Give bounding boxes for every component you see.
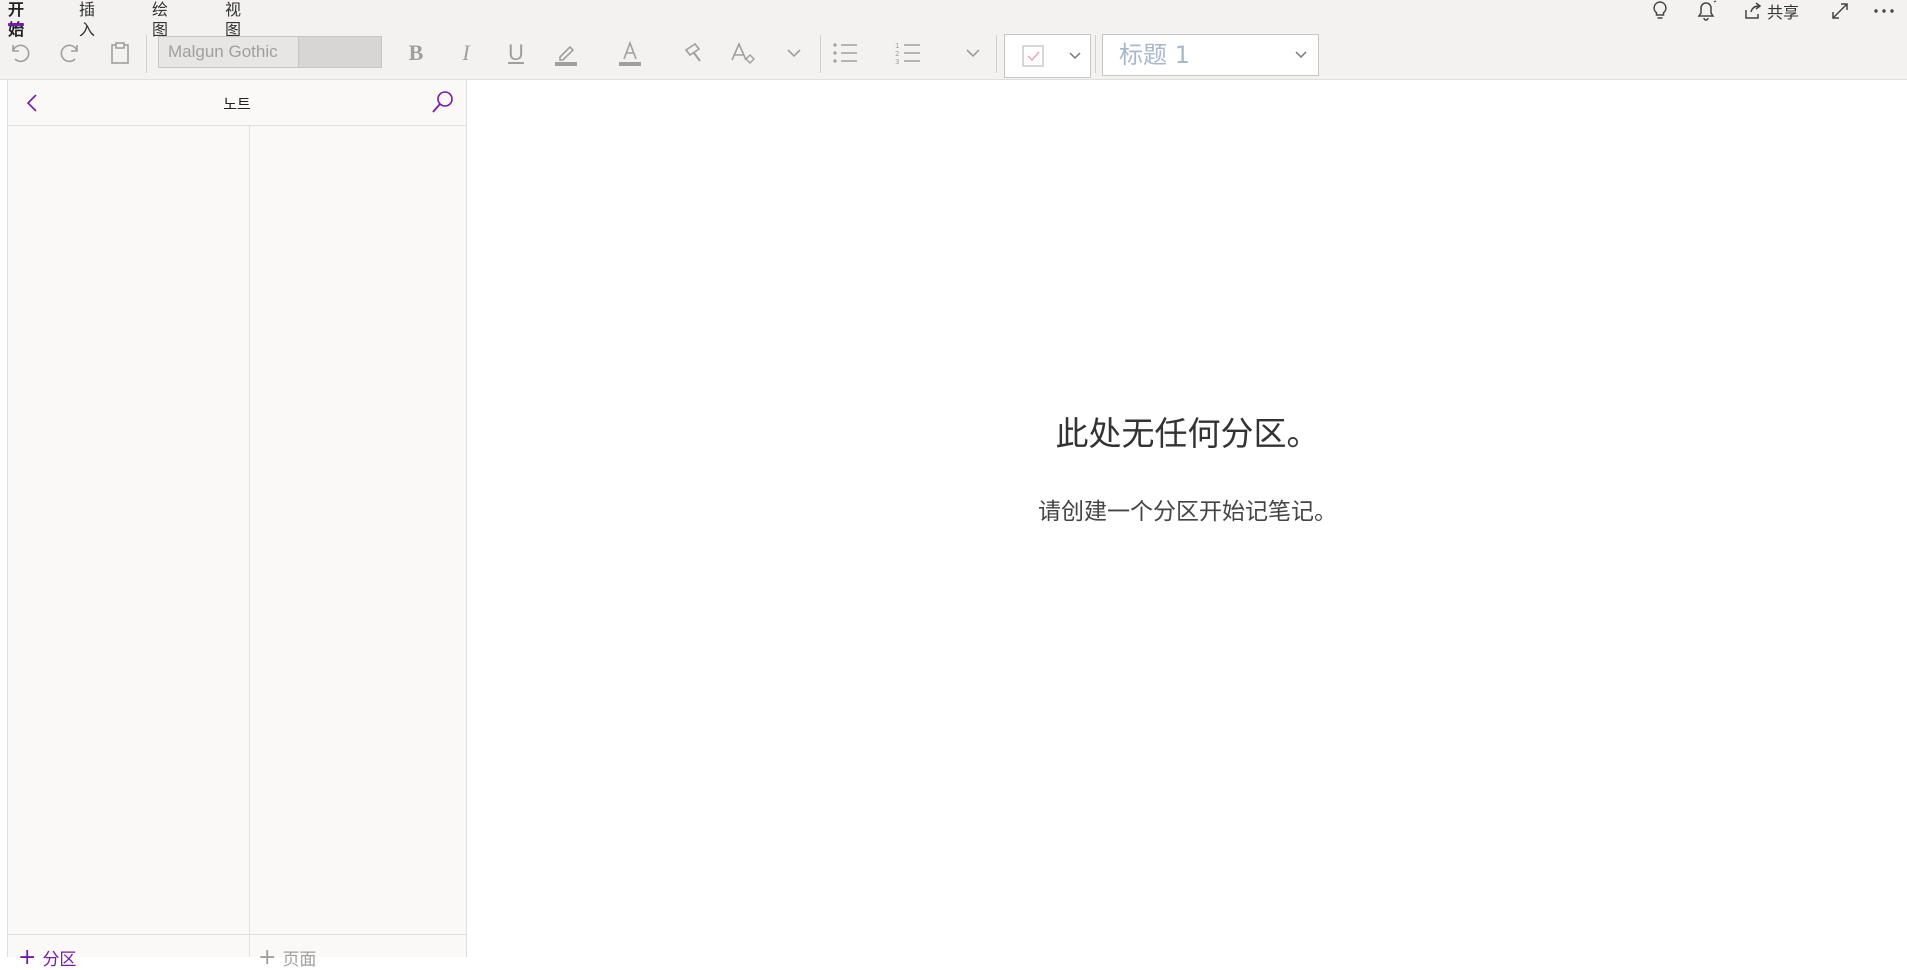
redo-icon[interactable] bbox=[56, 33, 84, 73]
share-button[interactable]: 共享 bbox=[1743, 0, 1799, 22]
search-icon[interactable] bbox=[430, 89, 456, 115]
paragraph-style-picker[interactable]: 标题 1 bbox=[1102, 34, 1319, 76]
svg-text:3: 3 bbox=[895, 58, 899, 65]
notebook-title: 노트 bbox=[223, 95, 251, 113]
column-divider bbox=[249, 126, 250, 957]
add-section-button[interactable]: + 分区 bbox=[18, 945, 76, 970]
undo-icon[interactable] bbox=[6, 33, 34, 73]
more-options-icon[interactable] bbox=[1872, 0, 1896, 22]
add-section-label: 分区 bbox=[42, 950, 77, 970]
empty-title: 此处无任何分区。 bbox=[1055, 414, 1320, 453]
italic-icon[interactable]: I bbox=[453, 33, 479, 73]
fullscreen-icon[interactable] bbox=[1830, 0, 1850, 22]
tab-draw[interactable]: 绘图 bbox=[152, 0, 168, 39]
bold-icon[interactable]: B bbox=[403, 33, 429, 73]
navigation-pane: 노트 + 分区 + 页面 bbox=[7, 80, 467, 970]
svg-text:2: 2 bbox=[895, 50, 899, 58]
underline-icon[interactable]: U bbox=[503, 33, 529, 73]
nav-header: 노트 bbox=[8, 80, 466, 126]
nav-footer: + 分区 + 页面 bbox=[8, 934, 466, 970]
bullet-list-icon[interactable] bbox=[830, 33, 860, 73]
toolbar: Malgun Gothic B I U 123 标题 1 bbox=[0, 33, 1907, 78]
lightbulb-icon[interactable] bbox=[1650, 0, 1670, 22]
format-painter-icon[interactable] bbox=[680, 33, 710, 73]
bell-icon[interactable] bbox=[1696, 0, 1720, 22]
plus-icon: + bbox=[258, 944, 277, 970]
tab-insert[interactable]: 插入 bbox=[79, 0, 95, 39]
highlighter-icon[interactable] bbox=[550, 33, 582, 73]
add-page-label: 页面 bbox=[282, 950, 317, 970]
font-name-field[interactable]: Malgun Gothic bbox=[159, 37, 299, 67]
plus-icon: + bbox=[18, 944, 37, 970]
add-page-button[interactable]: + 页面 bbox=[258, 945, 316, 970]
share-label: 共享 bbox=[1767, 3, 1800, 22]
tab-home[interactable]: 开始 bbox=[8, 0, 25, 39]
clipboard-icon[interactable] bbox=[106, 33, 134, 73]
chevron-down-icon bbox=[1067, 36, 1083, 76]
chevron-down-icon bbox=[1293, 35, 1309, 75]
chevron-down-icon[interactable] bbox=[782, 33, 806, 73]
share-icon bbox=[1745, 2, 1762, 19]
clear-formatting-icon[interactable] bbox=[728, 33, 758, 73]
font-color-icon[interactable] bbox=[614, 33, 646, 73]
chevron-down-icon[interactable] bbox=[961, 33, 985, 73]
numbered-list-icon[interactable]: 123 bbox=[893, 33, 923, 73]
checkbox-tag-icon bbox=[1021, 36, 1045, 76]
tab-view[interactable]: 视图 bbox=[225, 0, 241, 39]
svg-text:1: 1 bbox=[895, 42, 899, 50]
empty-state: 此处无任何分区。 请创建一个分区开始记笔记。 bbox=[468, 80, 1907, 957]
paragraph-style-label: 标题 1 bbox=[1119, 41, 1190, 69]
empty-subtitle: 请创建一个分区开始记笔记。 bbox=[1038, 499, 1337, 525]
tag-picker[interactable] bbox=[1004, 34, 1091, 78]
ribbon: 开始 插入 绘图 视图 共享 Malgun Gothic B I U 1 2 3… bbox=[0, 0, 1907, 80]
font-size-field[interactable] bbox=[299, 37, 381, 67]
font-picker[interactable]: Malgun Gothic bbox=[158, 36, 382, 68]
